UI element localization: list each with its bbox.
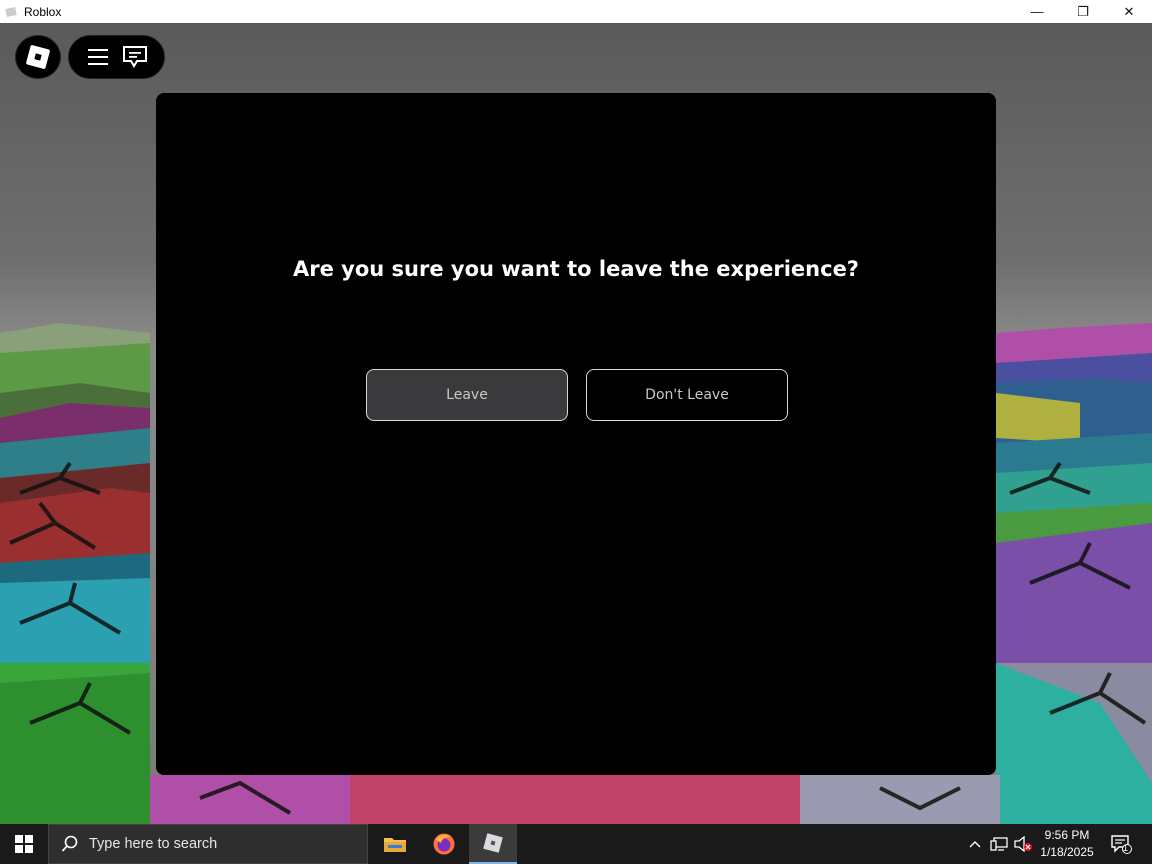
taskbar-search-box[interactable]: Type here to search [48,824,368,864]
volume-muted-icon [1014,836,1032,852]
dialog-question: Are you sure you want to leave the exper… [292,257,859,281]
taskbar-roblox[interactable] [469,824,517,864]
chat-icon [123,46,148,68]
network-icon [990,837,1008,851]
taskbar-clock[interactable]: 9:56 PM 1/18/2025 [1034,827,1100,861]
taskbar-file-explorer[interactable] [371,824,419,864]
roblox-icon [483,833,503,853]
clock-time: 9:56 PM [1044,828,1090,842]
start-button[interactable] [0,824,48,864]
close-button[interactable]: ✕ [1106,0,1152,23]
roblox-app-icon [5,6,17,17]
window-title: Roblox [24,4,62,19]
roblox-menu-button[interactable] [15,35,61,79]
chevron-up-icon [969,841,981,848]
tray-overflow-button[interactable] [964,824,986,864]
hamburger-menu-icon [87,49,108,65]
notification-icon [1111,835,1132,854]
roblox-logo-icon [26,45,50,69]
leave-dialog: Are you sure you want to leave the exper… [156,93,996,775]
windows-taskbar: Type here to search 9:56 PM 1/18/2025 1 [0,824,1152,864]
firefox-icon [433,833,455,855]
windows-logo-icon [15,835,33,853]
restore-button[interactable]: ❐ [1060,0,1106,23]
clock-date: 1/18/2025 [1040,845,1094,859]
minimize-button[interactable]: — [1014,0,1060,23]
dont-leave-button[interactable]: Don't Leave [586,369,788,421]
notification-count: 1 [1123,843,1129,853]
leave-button[interactable]: Leave [366,369,568,421]
hud-menu-pill [68,35,165,79]
tray-network[interactable] [987,824,1011,864]
search-placeholder: Type here to search [89,836,218,852]
chat-button[interactable] [120,42,150,72]
action-center-button[interactable]: 1 [1104,824,1138,864]
search-icon [61,835,78,852]
taskbar-firefox[interactable] [420,824,468,864]
window-titlebar: Roblox — ❐ ✕ [0,0,1152,23]
hamburger-menu-button[interactable] [83,42,113,72]
file-explorer-icon [384,838,406,852]
tray-volume[interactable] [1011,824,1035,864]
